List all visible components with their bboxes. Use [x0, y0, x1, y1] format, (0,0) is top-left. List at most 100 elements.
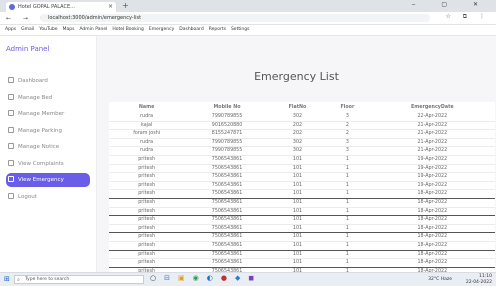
new-tab-button[interactable]: +	[122, 1, 129, 10]
taskbar-search-input[interactable]: ⌕ Type here to search	[14, 275, 144, 284]
browser-tab-strip: Hotel GOPAL PALACE... × + ‒ ▢ ✕	[0, 0, 496, 12]
table-cell: rudra	[109, 113, 185, 122]
sidebar-item-view-complaints[interactable]: View Complaints	[6, 157, 90, 171]
search-icon: ⌕	[17, 277, 20, 283]
emergency-table-container[interactable]: Name Mobile No FlatNo Floor EmergencyDate ru…	[109, 102, 495, 272]
table-cell: 1	[325, 207, 370, 217]
table-row: foram joshi 8155247871 202 2 21-Apr-2022	[109, 129, 495, 139]
table-cell: 3	[325, 146, 370, 156]
table-row: pritesh 7506543861 101 1 18-Apr-2022	[109, 250, 495, 260]
column-header: Floor	[340, 105, 355, 110]
table-cell: pritesh	[109, 258, 185, 268]
table-cell: 101	[269, 232, 326, 242]
table-cell: rudra	[109, 138, 185, 148]
taskbar-app-icon[interactable]: ○	[150, 274, 164, 282]
bookmark-item[interactable]: YouTube	[39, 27, 57, 32]
table-cell: 19-Apr-2022	[369, 164, 495, 174]
table-cell: 21-Apr-2022	[369, 146, 495, 156]
taskbar-app-icon[interactable]: ●	[221, 274, 235, 282]
table-cell: rudra	[109, 146, 185, 156]
menu-item-icon	[8, 93, 14, 100]
table-cell: 202	[269, 121, 326, 131]
column-header: Mobile No	[213, 105, 241, 110]
table-cell: 18-Apr-2022	[369, 207, 495, 217]
menu-item-icon	[8, 110, 14, 116]
table-cell: 19-Apr-2022	[369, 172, 495, 182]
table-row: kajal 9016520880 202 2 21-Apr-2022	[109, 121, 495, 131]
sidebar-item-manage-member[interactable]: Manage Member	[6, 107, 90, 121]
table-cell: 101	[269, 224, 326, 234]
bookmark-item[interactable]: Apps	[5, 27, 16, 32]
table-cell: 7506543861	[184, 232, 270, 242]
sidebar-item-label: Manage Member	[18, 111, 65, 117]
table-cell: 3	[325, 138, 370, 148]
sidebar-item-manage-notice[interactable]: Manage Notice	[6, 140, 90, 154]
bookmark-item[interactable]: Gmail	[21, 27, 34, 32]
table-cell: 7506543861	[184, 155, 270, 165]
table-cell: 18-Apr-2022	[369, 250, 495, 260]
table-cell: 21-Apr-2022	[369, 121, 495, 131]
clock-date[interactable]: 22-04-2022	[466, 280, 492, 286]
sidebar-item-label: Logout	[18, 193, 37, 200]
table-row: pritesh 7506543861 101 1 18-Apr-2022	[109, 258, 495, 268]
table-cell: pritesh	[109, 224, 185, 234]
table-cell: 2	[325, 121, 370, 131]
window-controls[interactable]: ‒ ▢ ✕	[412, 1, 490, 8]
taskbar-app-icons: ○⊟▣◉◐●◆◼	[150, 274, 262, 282]
bookmark-item[interactable]: Dashboard	[179, 27, 203, 32]
table-cell: 1	[325, 241, 370, 251]
sidebar-item-label: Manage Bed	[18, 94, 53, 101]
table-cell: 2	[325, 129, 370, 139]
taskbar-app-icon[interactable]: ◐	[207, 274, 221, 282]
sidebar-item-logout[interactable]: Logout	[6, 190, 90, 204]
windows-start-icon[interactable]: ⊞	[4, 275, 10, 283]
table-cell: 1	[325, 164, 370, 174]
table-row: pritesh 7506543861 101 1 19-Apr-2022	[109, 172, 495, 182]
menu-item-icon	[8, 143, 14, 149]
table-cell: 101	[269, 198, 326, 208]
table-cell: 101	[269, 207, 326, 217]
taskbar-app-icon[interactable]: ◆	[235, 274, 248, 282]
search-placeholder: Type here to search	[25, 277, 70, 282]
weather-label[interactable]: 32°C Haze	[428, 277, 452, 283]
table-cell: 7506543861	[184, 250, 270, 260]
taskbar-app-icon[interactable]: ◼	[248, 274, 262, 282]
column-header: EmergencyDate	[410, 105, 454, 110]
table-cell: 7990789855	[184, 146, 270, 156]
tab-favicon-icon	[9, 4, 15, 10]
sidebar-item-dashboard[interactable]: Dashboard	[6, 74, 90, 88]
table-cell: 1	[325, 258, 370, 268]
table-cell: pritesh	[109, 189, 185, 199]
table-cell: 7506543861	[184, 258, 270, 268]
url-field[interactable]: localhost:3000/admin/emergency-list	[40, 14, 430, 22]
table-cell: 1	[325, 232, 370, 242]
sidebar-item-view-emergency[interactable]: View Emergency	[6, 173, 90, 187]
column-header: Name	[138, 105, 155, 110]
bookmark-item[interactable]: Emergency	[149, 27, 174, 32]
table-row: rudra 7990789855 302 3 21-Apr-2022	[109, 146, 495, 156]
sidebar-item-manage-parking[interactable]: Manage Parking	[6, 124, 90, 138]
table-cell: 101	[269, 155, 326, 165]
table-cell: 19-Apr-2022	[369, 181, 495, 191]
sidebar-item-manage-bed[interactable]: Manage Bed	[6, 91, 90, 105]
bookmark-item[interactable]: Settings	[231, 27, 249, 32]
table-cell: foram joshi	[109, 129, 185, 139]
taskbar-app-icon[interactable]: ◉	[193, 274, 207, 282]
table-cell: 18-Apr-2022	[369, 198, 495, 208]
table-cell: 18-Apr-2022	[369, 241, 495, 251]
browser-actions-icons[interactable]: ☆ ⧉ ⋮	[446, 13, 490, 21]
bookmark-item[interactable]: Admin Panel	[79, 27, 107, 32]
taskbar-app-icon[interactable]: ⊟	[164, 274, 178, 282]
table-cell: 101	[269, 164, 326, 174]
sidebar-item-label: Dashboard	[18, 78, 48, 84]
bookmark-item[interactable]: Hotel Booking	[112, 27, 144, 32]
table-cell: 1	[325, 215, 370, 225]
bookmark-item[interactable]: Reports	[209, 27, 226, 32]
browser-tab[interactable]: Hotel GOPAL PALACE... ×	[6, 2, 116, 12]
taskbar-app-icon[interactable]: ▣	[178, 274, 193, 282]
table-cell: 7506543861	[184, 198, 270, 208]
table-header-row: Name Mobile No FlatNo Floor EmergencyDate	[109, 102, 495, 113]
bookmark-item[interactable]: Maps	[63, 27, 75, 32]
table-cell: 19-Apr-2022	[369, 155, 495, 165]
tab-close-icon[interactable]: ×	[108, 2, 113, 12]
